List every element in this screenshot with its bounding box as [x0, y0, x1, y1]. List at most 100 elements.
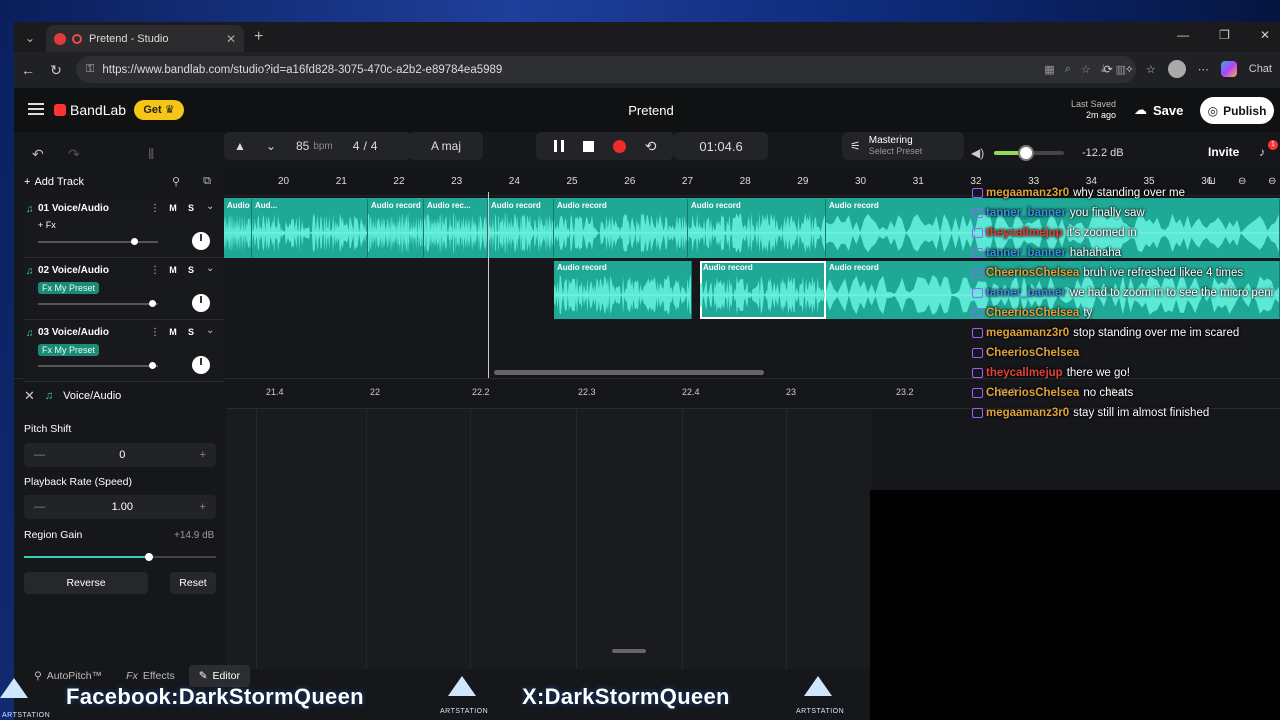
copilot-icon[interactable] — [1220, 61, 1237, 77]
reset-button[interactable]: Reset — [170, 572, 216, 594]
track-menu-icon[interactable]: ⋮ — [150, 265, 160, 276]
track-pan-knob[interactable] — [192, 232, 210, 250]
solo-button[interactable]: S — [184, 263, 198, 277]
close-window-icon[interactable]: ✕ — [1260, 28, 1270, 42]
playhead[interactable] — [488, 192, 489, 378]
region-gain-knob[interactable] — [144, 553, 153, 561]
audio-region[interactable]: Audio record — [554, 199, 688, 257]
horizontal-scrollbar[interactable] — [494, 370, 764, 375]
invite-button[interactable]: Invite — [1208, 145, 1239, 159]
track-fx-tag[interactable]: Fx My Preset — [38, 282, 100, 294]
reload-icon[interactable]: ↻ — [42, 62, 70, 79]
track-pan-knob[interactable] — [192, 294, 210, 312]
pause-icon[interactable] — [553, 140, 564, 152]
track-name[interactable]: 02 Voice/Audio — [38, 265, 109, 276]
track-header-1[interactable]: ♫ 01 Voice/Audio ⋮ M S ⌄ + Fx — [24, 198, 224, 258]
audio-region[interactable]: Audio rec... — [424, 199, 488, 257]
playback-rate-stepper[interactable]: — 1.00 + — [24, 495, 216, 519]
track-volume-slider[interactable] — [38, 238, 158, 245]
time-signature[interactable]: 4/4 — [343, 139, 388, 153]
menu-icon[interactable] — [28, 103, 44, 115]
metronome-chevron-icon[interactable]: ⌄ — [256, 139, 286, 153]
track-menu-icon[interactable]: ⋮ — [150, 203, 160, 214]
profile-avatar[interactable] — [1167, 60, 1186, 78]
region-gain-slider[interactable] — [24, 553, 216, 561]
chat-label[interactable]: Chat — [1249, 63, 1272, 75]
zoom-icon[interactable]: ⌕ — [1065, 63, 1071, 76]
increase-rate-icon[interactable]: + — [200, 501, 206, 513]
close-tab-icon[interactable]: ✕ — [226, 32, 236, 46]
favorites-icon[interactable]: ☆ — [1146, 63, 1156, 76]
track-header-3[interactable]: ♫ 03 Voice/Audio ⋮ M S ⌄ Fx My Preset — [24, 322, 224, 382]
pitch-shift-stepper[interactable]: — 0 + — [24, 443, 216, 467]
redo-icon[interactable]: ↷ — [68, 146, 80, 163]
metronome-icon[interactable]: ▲ — [224, 139, 256, 153]
mixer-icon[interactable]: ⦀ — [148, 146, 154, 163]
decrease-pitch-icon[interactable]: — — [34, 449, 45, 461]
editor-grid[interactable] — [226, 409, 872, 669]
tuner-icon[interactable]: ⚲ — [167, 175, 185, 191]
loop-icon[interactable]: ⟲ — [645, 138, 657, 155]
track-expand-chevron-icon[interactable]: ⌄ — [206, 263, 214, 274]
track-expand-chevron-icon[interactable]: ⌄ — [206, 325, 214, 336]
audio-region[interactable]: Audio record — [488, 199, 554, 257]
url-field[interactable]: ⚿ https://www.bandlab.com/studio?id=a16f… — [76, 56, 1136, 83]
favorite-icon[interactable]: ☆ — [1081, 63, 1091, 76]
back-icon[interactable]: ← — [14, 62, 42, 78]
save-button[interactable]: ☁ Save — [1124, 98, 1193, 122]
browser-tab[interactable]: Pretend - Studio ✕ — [46, 25, 244, 52]
audio-region[interactable]: Audio record — [700, 261, 826, 319]
extension-puzzle-icon[interactable]: ✧ — [1125, 63, 1134, 76]
decrease-rate-icon[interactable]: — — [34, 501, 45, 513]
track-fx-tag[interactable]: Fx My Preset — [38, 344, 100, 356]
publish-button[interactable]: ◎ Publish — [1200, 97, 1274, 124]
increase-pitch-icon[interactable]: + — [200, 449, 206, 461]
extensions-icon[interactable]: ⟳ — [1103, 63, 1112, 76]
mute-button[interactable]: M — [166, 325, 180, 339]
get-membership-button[interactable]: Get ♛ — [134, 100, 184, 120]
add-track-button[interactable]: + Add Track — [24, 176, 84, 188]
master-volume-knob[interactable] — [1017, 145, 1034, 161]
solo-button[interactable]: S — [184, 201, 198, 215]
track-volume-knob[interactable] — [131, 238, 138, 245]
reverse-button[interactable]: Reverse — [24, 572, 148, 594]
bandlab-logo[interactable]: BandLab — [54, 102, 126, 118]
mute-button[interactable]: M — [166, 201, 180, 215]
app-icon[interactable]: ▦ — [1044, 63, 1054, 76]
site-info-icon[interactable]: ⚿ — [86, 63, 94, 76]
minimize-icon[interactable]: — — [1177, 28, 1189, 42]
track-name[interactable]: 03 Voice/Audio — [38, 327, 109, 338]
new-tab-icon[interactable]: + — [254, 28, 263, 46]
more-menu-icon[interactable]: ⋯ — [1198, 63, 1209, 76]
track-fx-tag[interactable]: + Fx — [38, 220, 56, 230]
mastering-button[interactable]: ⚟ Mastering Select Preset — [842, 132, 964, 160]
bell-icon[interactable]: ♪ — [1259, 145, 1265, 159]
record-icon[interactable] — [612, 139, 626, 153]
bpm-field[interactable]: 85 bpm — [286, 139, 343, 153]
track-volume-knob[interactable] — [149, 300, 156, 307]
track-volume-slider[interactable] — [38, 300, 158, 307]
stop-icon[interactable] — [582, 140, 594, 152]
audio-region[interactable]: Audio record — [688, 199, 826, 257]
key-selector[interactable]: A maj — [409, 132, 483, 160]
mute-button[interactable]: M — [166, 263, 180, 277]
track-volume-slider[interactable] — [38, 362, 158, 369]
maximize-icon[interactable]: ❐ — [1219, 28, 1230, 42]
audio-region[interactable]: Audio record — [554, 261, 692, 319]
project-title[interactable]: Pretend — [574, 103, 728, 118]
master-volume-slider[interactable] — [994, 145, 1064, 161]
undo-icon[interactable]: ↶ — [32, 146, 44, 163]
close-editor-icon[interactable]: ✕ — [24, 388, 35, 404]
track-pan-knob[interactable] — [192, 356, 210, 374]
track-volume-knob[interactable] — [149, 362, 156, 369]
editor-scrollbar[interactable] — [612, 649, 646, 653]
track-name[interactable]: 01 Voice/Audio — [38, 203, 109, 214]
speaker-icon[interactable]: ◀) — [971, 146, 984, 160]
audio-region[interactable]: Audio record — [368, 199, 424, 257]
snap-icon[interactable]: ⧉ — [198, 175, 216, 191]
track-expand-chevron-icon[interactable]: ⌄ — [206, 201, 214, 212]
audio-region[interactable]: Aud... — [252, 199, 368, 257]
tab-list-chevron-icon[interactable]: ⌄ — [20, 28, 40, 48]
track-header-2[interactable]: ♫ 02 Voice/Audio ⋮ M S ⌄ Fx My Preset — [24, 260, 224, 320]
track-menu-icon[interactable]: ⋮ — [150, 327, 160, 338]
